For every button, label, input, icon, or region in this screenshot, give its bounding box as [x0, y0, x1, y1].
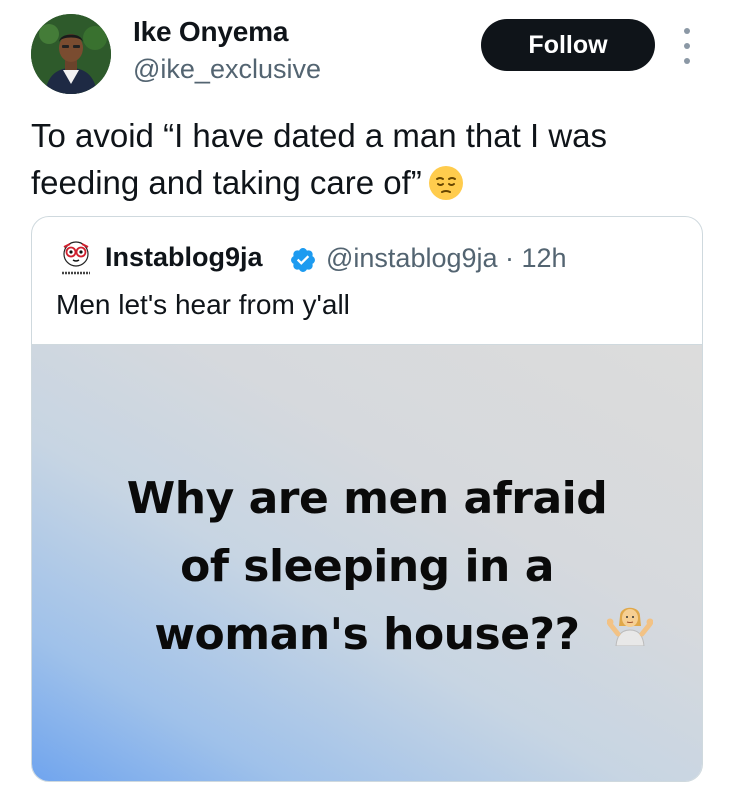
instablog9ja-logo[interactable] — [58, 239, 94, 279]
follow-button[interactable]: Follow — [481, 19, 655, 71]
quoted-author-handle-time[interactable]: @instablog9ja · 12h — [326, 243, 567, 274]
quoted-tweet-card[interactable]: Instablog9ja @instablog9ja · 12h Men let… — [31, 216, 703, 782]
quoted-tweet-text: Men let's hear from y'all — [56, 289, 350, 320]
person-shrugging-emoji — [607, 607, 653, 646]
verified-badge-icon — [291, 248, 315, 272]
tweet-text-block: To avoid “I have dated a man that I was … — [31, 112, 721, 206]
author-name[interactable]: Ike Onyema — [133, 16, 288, 48]
pensive-face-emoji — [428, 166, 463, 200]
quoted-media-image[interactable]: Why are men afraid of sleeping in a woma… — [32, 344, 702, 781]
tweet: Ike Onyema @ike_exclusive Follow To avoi… — [0, 0, 740, 790]
author-avatar[interactable] — [31, 14, 111, 94]
quoted-media-caption: Why are men afraid of sleeping in a woma… — [126, 473, 608, 660]
quoted-author-name[interactable]: Instablog9ja — [105, 242, 263, 273]
tweet-text: To avoid “I have dated a man that I was … — [31, 117, 608, 201]
more-vertical-icon[interactable] — [676, 28, 698, 64]
author-handle[interactable]: @ike_exclusive — [133, 54, 321, 85]
